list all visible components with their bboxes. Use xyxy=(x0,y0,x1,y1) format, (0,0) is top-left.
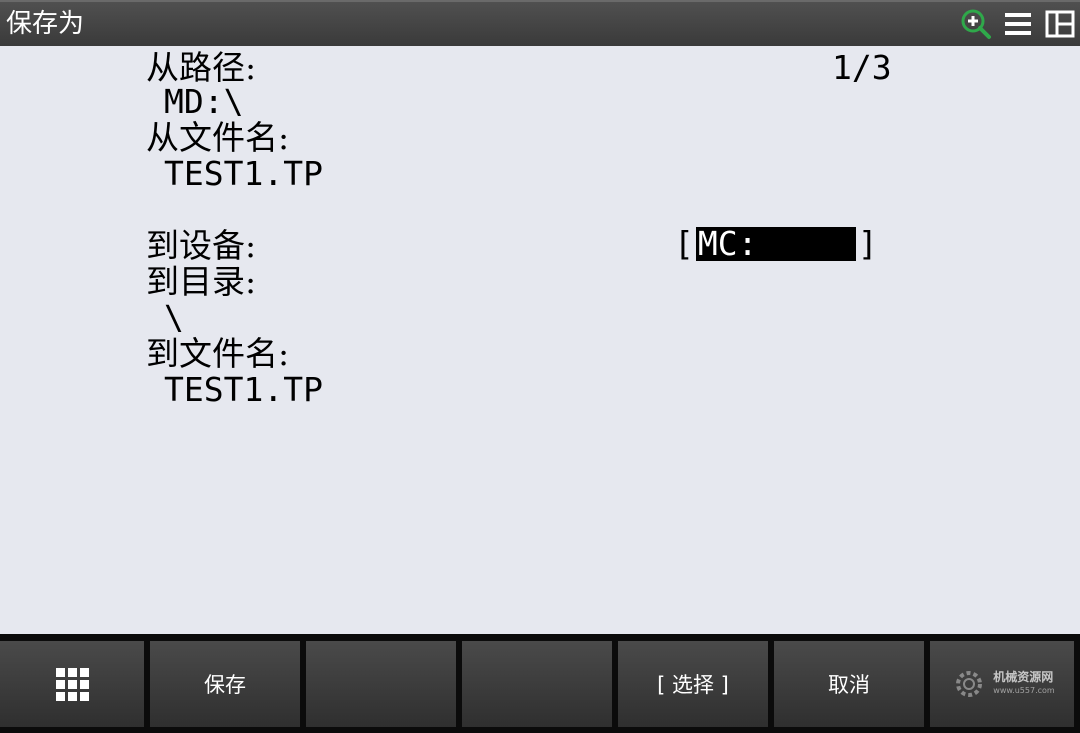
to-directory-label: 到目录: xyxy=(146,262,257,301)
split-window-icon[interactable] xyxy=(1044,8,1076,40)
from-path-label: 从路径: xyxy=(146,48,257,87)
to-device-field[interactable]: [ MC: ] xyxy=(674,226,878,262)
next-page-button[interactable]: 机械资源网 www.u557.com xyxy=(930,641,1074,727)
watermark-sub: www.u557.com xyxy=(993,686,1055,695)
f2-button[interactable] xyxy=(306,641,456,727)
to-filename-value[interactable]: TEST1.TP xyxy=(164,372,323,408)
to-device-label: 到设备: xyxy=(146,226,257,265)
watermark: 机械资源网 www.u557.com xyxy=(949,664,1055,704)
cancel-button[interactable]: 取消 xyxy=(774,641,924,727)
from-filename-label: 从文件名: xyxy=(146,118,290,157)
window-title: 保存为 xyxy=(6,9,85,39)
zoom-in-icon[interactable] xyxy=(960,8,992,40)
from-path-value: MD:\ xyxy=(164,82,244,121)
open-bracket: [ xyxy=(674,224,694,263)
title-bar-icons xyxy=(960,8,1076,40)
from-filename-value: TEST1.TP xyxy=(164,154,323,193)
to-device-value[interactable]: MC: xyxy=(695,227,856,261)
save-as-form: 从路径: 1/3 MD:\ 从文件名: TEST1.TP 到设备: [ MC: … xyxy=(0,46,1080,634)
select-button[interactable]: [ 选择 ] xyxy=(618,641,768,727)
main-menu-button[interactable] xyxy=(0,641,144,727)
close-bracket: ] xyxy=(857,224,878,263)
title-bar: 保存为 xyxy=(0,0,1080,46)
menu-icon[interactable] xyxy=(1002,8,1034,40)
f3-button[interactable] xyxy=(462,641,612,727)
to-filename-label: 到文件名: xyxy=(146,334,290,373)
screen: 保存为 从路径: 1/3 MD:\ 从文件名: TEST1.TP 到设备: [… xyxy=(0,0,1080,733)
function-key-bar: 保存 [ 选择 ] 取消 机械资源网 www.u557.com xyxy=(0,641,1080,727)
gear-logo-icon xyxy=(956,671,983,697)
watermark-main: 机械资源网 xyxy=(993,670,1054,684)
grid-icon xyxy=(55,667,89,701)
save-button[interactable]: 保存 xyxy=(150,641,300,727)
page-indicator: 1/3 xyxy=(832,48,892,87)
to-directory-value[interactable]: \ xyxy=(164,300,184,336)
